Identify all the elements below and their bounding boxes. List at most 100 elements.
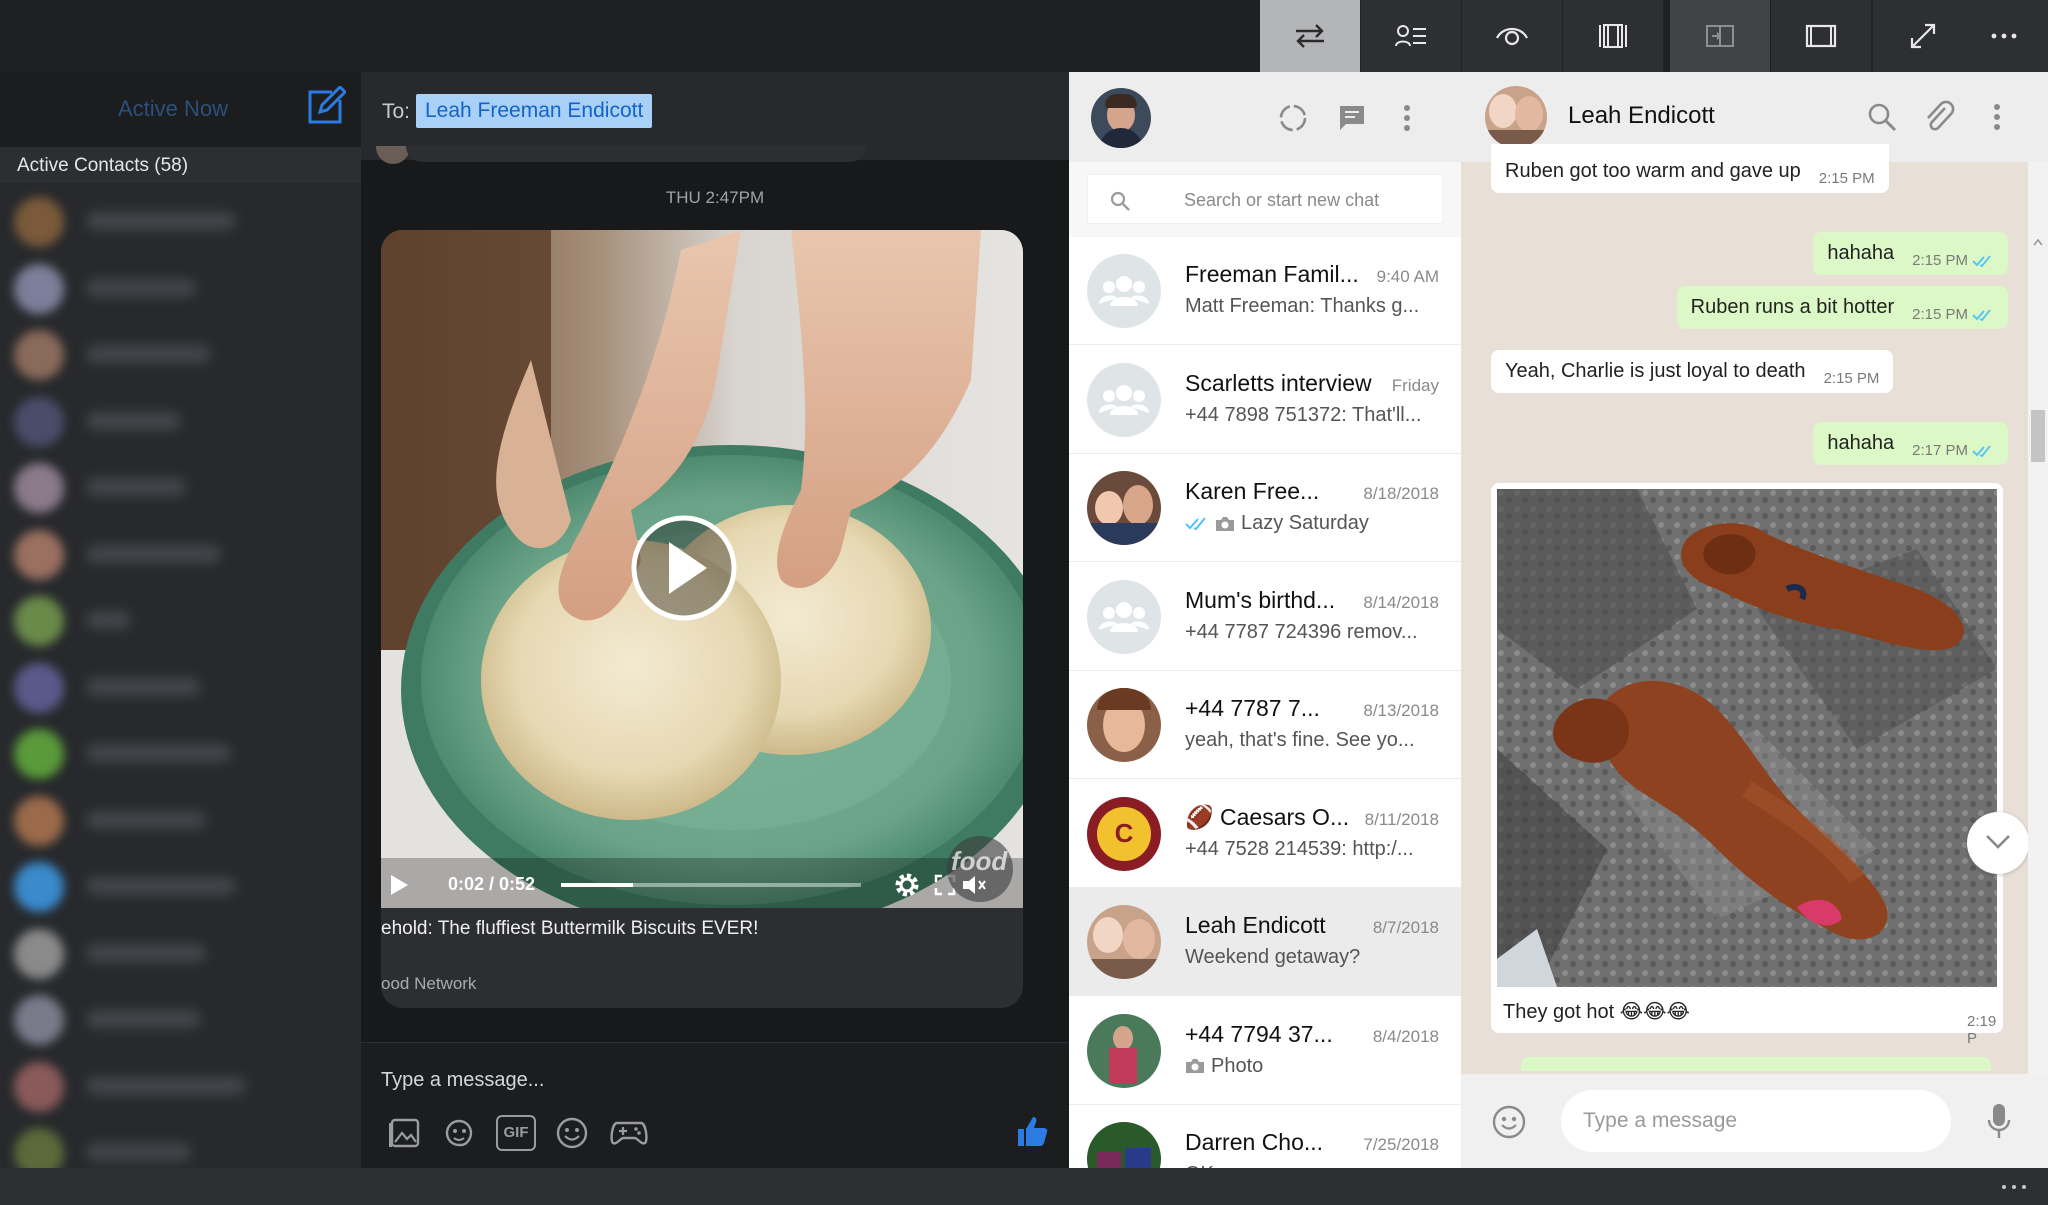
swap-panes-button[interactable]: [1260, 0, 1360, 72]
photo-message[interactable]: They got hot 😂😂😂 2:19 P: [1491, 483, 2003, 1047]
seek-bar[interactable]: [561, 883, 861, 887]
message-time-text: 2:15 PM: [1818, 170, 1875, 187]
split-view-icon: [1599, 24, 1627, 48]
emoji-icon[interactable]: [554, 1115, 590, 1151]
message-time: 2:15 PM: [1819, 170, 1875, 187]
contact-item[interactable]: [14, 396, 344, 447]
chat-item[interactable]: +44 7787 7... 8/13/2018 yeah, that's fine.…: [1069, 671, 1461, 779]
compose-button[interactable]: [306, 86, 346, 126]
chat-name: Freeman Famil...: [1185, 261, 1359, 287]
message-timestamp: THU 2:47PM: [665, 188, 765, 207]
contact-avatar: [14, 396, 64, 447]
more-options-button[interactable]: [1960, 0, 2048, 72]
scrollbar-thumb[interactable]: [2031, 410, 2045, 462]
contact-item[interactable]: [14, 596, 344, 646]
double-tick-icon: [1972, 444, 1994, 457]
chat-item[interactable]: Darren Cho...7/25/2018OK ...: [1069, 1105, 1461, 1168]
chat-item[interactable]: C 🏈 Caesars O... 8/11/2018 +44 7528 214539:…: [1069, 780, 1461, 888]
contact-avatar: [14, 928, 64, 979]
emoji-icon[interactable]: [1491, 1104, 1527, 1140]
previous-message-bubble: [406, 146, 866, 162]
message-text: hahaha: [1827, 242, 1895, 264]
chat-item[interactable]: Freeman Famil... 9:40 AM Matt Freeman: Tha…: [1069, 237, 1461, 345]
contact-item[interactable]: [14, 729, 344, 779]
contact-item[interactable]: [14, 330, 344, 380]
contact-name-blurred: [86, 677, 201, 696]
profile-avatar[interactable]: [1091, 88, 1151, 148]
contact-item[interactable]: [14, 1128, 344, 1168]
chat-item[interactable]: Leah Endicott 8/7/2018 Weekend getaway?: [1069, 888, 1461, 996]
outgoing-message[interactable]: Ruben runs a bit hotter 2:15 PM: [1676, 286, 2008, 329]
visibility-button[interactable]: [1462, 0, 1562, 72]
single-pane-icon: [1805, 24, 1837, 48]
chat-item[interactable]: Mum's birthd... 8/14/2018 +44 7787 724396 …: [1069, 563, 1461, 671]
contact-item[interactable]: [14, 197, 344, 247]
contact-list-button[interactable]: [1361, 0, 1461, 72]
new-chat-icon[interactable]: [1337, 104, 1367, 132]
contact-avatar[interactable]: [1485, 86, 1547, 148]
attach-icon[interactable]: [1923, 100, 1955, 134]
contact-avatar: [14, 729, 64, 779]
chat-item[interactable]: +44 7794 37... 8/4/2018 Photo: [1069, 997, 1461, 1105]
chat-item[interactable]: Karen Free... 8/18/2018 Lazy Saturday: [1069, 454, 1461, 562]
contact-item[interactable]: [14, 263, 344, 314]
scroll-up-arrow-icon[interactable]: [2033, 238, 2043, 246]
chat-avatar: [1087, 1013, 1161, 1088]
single-pane-button[interactable]: [1771, 0, 1871, 72]
fullscreen-button[interactable]: [1873, 0, 1973, 72]
chat-preview-text: Weekend getaway?: [1185, 946, 1361, 968]
microphone-icon[interactable]: [1987, 1102, 2011, 1140]
chat-name: Leah Endicott: [1185, 912, 1326, 938]
scrollbar[interactable]: [2028, 162, 2048, 1152]
chat-list-header: [1069, 72, 1461, 162]
video-player[interactable]: 0:02 / 0:52 food: [381, 230, 1023, 908]
video-frame: [381, 230, 1023, 908]
photo-icon[interactable]: [387, 1115, 423, 1151]
video-message[interactable]: 0:02 / 0:52 food ehold: The fluffiest Bu…: [381, 230, 1023, 1008]
contact-item[interactable]: [14, 662, 344, 713]
incoming-message[interactable]: Ruben got too warm and gave up 2:15 PM: [1491, 144, 1889, 193]
gif-button[interactable]: GIF: [496, 1115, 536, 1151]
play-icon[interactable]: [389, 874, 409, 896]
more-icon[interactable]: [2000, 1183, 2028, 1191]
settings-icon[interactable]: [893, 871, 921, 899]
contact-item[interactable]: [14, 795, 344, 846]
outgoing-message[interactable]: hahaha 2:17 PM: [1813, 422, 2008, 465]
contact-avatar: [14, 995, 64, 1045]
chat-preview-text: +44 7898 751372: That'll...: [1185, 403, 1422, 426]
message-input[interactable]: Type a message: [1561, 1090, 1951, 1152]
mute-icon[interactable]: [961, 874, 987, 896]
split-view-button[interactable]: [1563, 0, 1663, 72]
thumbs-up-icon[interactable]: [1014, 1113, 1050, 1149]
incoming-message[interactable]: Yeah, Charlie is just loyal to death 2:15…: [1491, 350, 1894, 393]
contact-item[interactable]: [14, 928, 344, 979]
contact-item[interactable]: [14, 463, 344, 513]
recipient-chip[interactable]: Leah Freeman Endicott: [416, 94, 653, 128]
game-controller-icon[interactable]: [609, 1115, 649, 1151]
sticker-icon[interactable]: [441, 1115, 477, 1151]
chat-name: +44 7787 7...: [1185, 695, 1320, 721]
contact-name[interactable]: Leah Endicott: [1568, 102, 1715, 130]
contact-item[interactable]: [14, 1061, 344, 1112]
chat-item[interactable]: Scarletts interview Friday +44 7898 751372…: [1069, 346, 1461, 454]
contact-name-blurred: [86, 1076, 246, 1095]
dogs-photo[interactable]: [1497, 489, 1997, 987]
status-icon[interactable]: [1277, 102, 1309, 134]
menu-icon[interactable]: [1993, 103, 2001, 131]
search-icon[interactable]: [1867, 102, 1897, 132]
contact-item[interactable]: [14, 529, 344, 580]
photo-time: 2:19 P: [1967, 1013, 1997, 1047]
outgoing-message[interactable]: hahaha 2:15 PM: [1813, 232, 2008, 275]
message-text: Ruben runs a bit hotter: [1690, 296, 1895, 318]
message-input[interactable]: Type a message...: [381, 1069, 544, 1092]
video-title[interactable]: ehold: The fluffiest Buttermilk Biscuits…: [381, 918, 758, 940]
dock-right-button[interactable]: [1670, 0, 1770, 72]
contacts-header: Active Now: [0, 72, 361, 147]
chat-name: 🏈 Caesars O...: [1185, 803, 1350, 830]
contact-name-blurred: [86, 877, 236, 895]
contact-item[interactable]: [14, 995, 344, 1045]
contact-item[interactable]: [14, 862, 344, 912]
play-overlay[interactable]: [631, 515, 737, 621]
scroll-down-button[interactable]: [1967, 812, 2029, 874]
menu-icon[interactable]: [1403, 104, 1411, 132]
